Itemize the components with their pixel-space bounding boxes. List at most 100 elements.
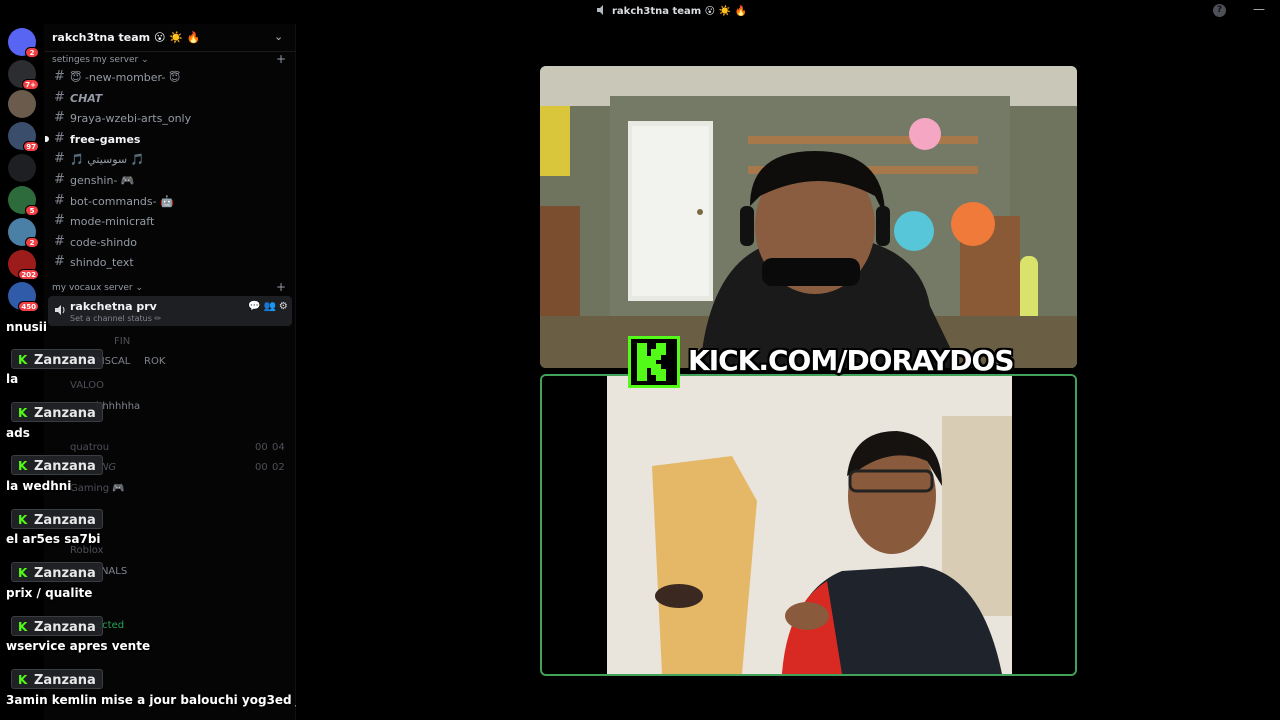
kick-logo-icon: K [18,406,28,420]
chat-username: Zanzana [34,566,96,581]
hash-icon: # [54,89,65,105]
kick-logo-icon: K [18,673,28,687]
discord-home-icon[interactable]: 2 [8,28,39,58]
server-icon[interactable]: 7+ [8,60,39,90]
text-channel-label: CHAT [70,91,103,105]
hash-icon: # [54,192,65,208]
title-bar: rakch3tna team 😮 ☀️ 🔥 ? — [0,0,1280,24]
chat-username: Zanzana [34,353,96,368]
text-channel[interactable]: # bot-commands- 🤖 [50,191,290,211]
kick-logo-icon: K [18,566,28,580]
text-channel[interactable]: # code-shindo [50,232,290,252]
chevron-down-icon[interactable]: ⌄ [274,30,283,43]
category-text[interactable]: setinges my server ⌄ [52,55,149,65]
mention-badge: 202 [18,269,39,280]
chat-icon[interactable]: 💬 [248,301,263,312]
chat-message-text: wservice apres vente [6,639,151,653]
voice-channel-name: rakchetna prv [70,300,157,313]
mention-badge: 7+ [22,79,39,90]
gear-icon[interactable]: ⚙ [279,301,291,312]
hash-icon: # [54,172,65,187]
text-channel-label: free-games [70,132,141,146]
guest-video-frame [542,376,1075,674]
text-channel[interactable]: # CHAT [50,88,290,108]
chat-username-chip[interactable]: K Zanzana [11,402,103,422]
kick-url-text: KICK.COM/DORAYDOS [688,344,1015,377]
text-channel-label: 🎵 سوسيتي 🎵 [70,153,145,167]
kick-logo-icon: K [18,513,28,527]
hash-icon: # [54,151,65,167]
kick-logo-icon: K [18,353,28,367]
mention-badge: 5 [25,205,39,216]
text-channel[interactable]: # mode-minicraft [50,211,290,231]
guild-name: rakch3tna team 😮 ☀️ 🔥 [52,31,201,44]
chat-message-text: la [6,372,19,386]
add-voice-channel-icon[interactable]: + [276,280,286,294]
chat-message-text: nnusii [6,320,47,334]
chat-username-chip[interactable]: K Zanzana [11,455,103,475]
text-channel-label: bot-commands- 🤖 [70,194,174,208]
text-channel-label: 😇 -new-momber- 😇 [70,71,181,84]
add-channel-icon[interactable]: + [276,52,286,66]
chat-username: Zanzana [34,673,96,688]
server-icon[interactable]: 450 [8,282,39,312]
streamer-video-frame [540,66,1077,368]
window-title: rakch3tna team 😮 ☀️ 🔥 [596,4,747,17]
chat-message-text: la wedhni [6,479,72,493]
chat-username: Zanzana [34,406,96,421]
chat-message-text: prix / qualite [6,586,93,600]
chat-username-chip[interactable]: K Zanzana [11,669,103,689]
category-voice[interactable]: my vocaux server ⌄ [52,283,143,293]
guild-header[interactable]: rakch3tna team 😮 ☀️ 🔥 ⌄ [44,24,296,52]
hash-icon: # [54,233,65,249]
text-channel-label: mode-minicraft [70,215,155,229]
server-rail: 2 7+ 97 5 2 202 450 [0,24,44,320]
chat-username-chip[interactable]: K Zanzana [11,349,103,369]
add-user-icon[interactable]: 👥 [263,301,278,312]
hash-icon: # [54,254,65,270]
mention-badge: 97 [23,141,39,152]
text-channel[interactable]: # shindo_text [50,252,290,272]
video-stage: KICK.COM/DORAYDOS [296,24,1280,720]
stream-chat-overlay: nnusii K Zanzana la K Zanzana ads K Zanzana la we… [0,318,321,720]
video-tile-streamer[interactable] [540,66,1077,368]
unread-indicator [45,135,49,142]
server-icon[interactable]: 97 [8,122,39,152]
hash-icon: # [54,110,65,126]
text-channel[interactable]: # free-games [45,129,290,149]
speaker-icon [54,301,66,315]
mention-badge: 450 [18,301,39,312]
text-channel[interactable]: # 🎵 سوسيتي 🎵 [50,149,290,169]
server-icon[interactable]: 202 [8,250,39,280]
chat-username-chip[interactable]: K Zanzana [11,509,103,529]
voice-channel-actions: 💬👥⚙ [248,301,291,312]
kick-stream-banner: KICK.COM/DORAYDOS [628,336,1028,390]
chat-message-text: 3amin kemlin mise a jour balouchi yog3ed… [6,693,322,707]
kick-logo-icon: K [18,459,28,473]
kick-logo-icon [628,336,680,388]
kick-logo-icon: K [18,620,28,634]
chat-username-chip[interactable]: K Zanzana [11,616,103,636]
hash-icon: # [54,213,65,229]
server-icon[interactable]: 5 [8,186,39,216]
chat-username: Zanzana [34,459,96,474]
text-channel[interactable]: # genshin- 🎮 [50,170,290,190]
server-icon[interactable]: 2 [8,218,39,248]
text-channel-label: genshin- 🎮 [70,174,135,187]
chat-username: Zanzana [34,513,96,528]
chat-message-text: el ar5es sa7bi [6,532,101,546]
text-channel[interactable]: # 😇 -new-momber- 😇 [50,67,290,87]
mention-badge: 2 [25,47,39,58]
mention-badge: 2 [25,237,39,248]
hash-icon: # [54,69,65,84]
server-icon[interactable] [8,90,36,118]
text-channel-label: code-shindo [70,235,137,249]
help-icon[interactable]: ? [1213,4,1226,17]
minimize-button[interactable]: — [1252,2,1266,18]
text-channel-label: 9raya-wzebi-arts_only [70,112,192,126]
chat-username-chip[interactable]: K Zanzana [11,562,103,582]
video-tile-guest[interactable] [540,374,1077,676]
text-channel[interactable]: #9raya-wzebi-arts_only [50,108,290,128]
server-icon[interactable] [8,154,36,182]
text-channel-label: shindo_text [70,256,134,270]
